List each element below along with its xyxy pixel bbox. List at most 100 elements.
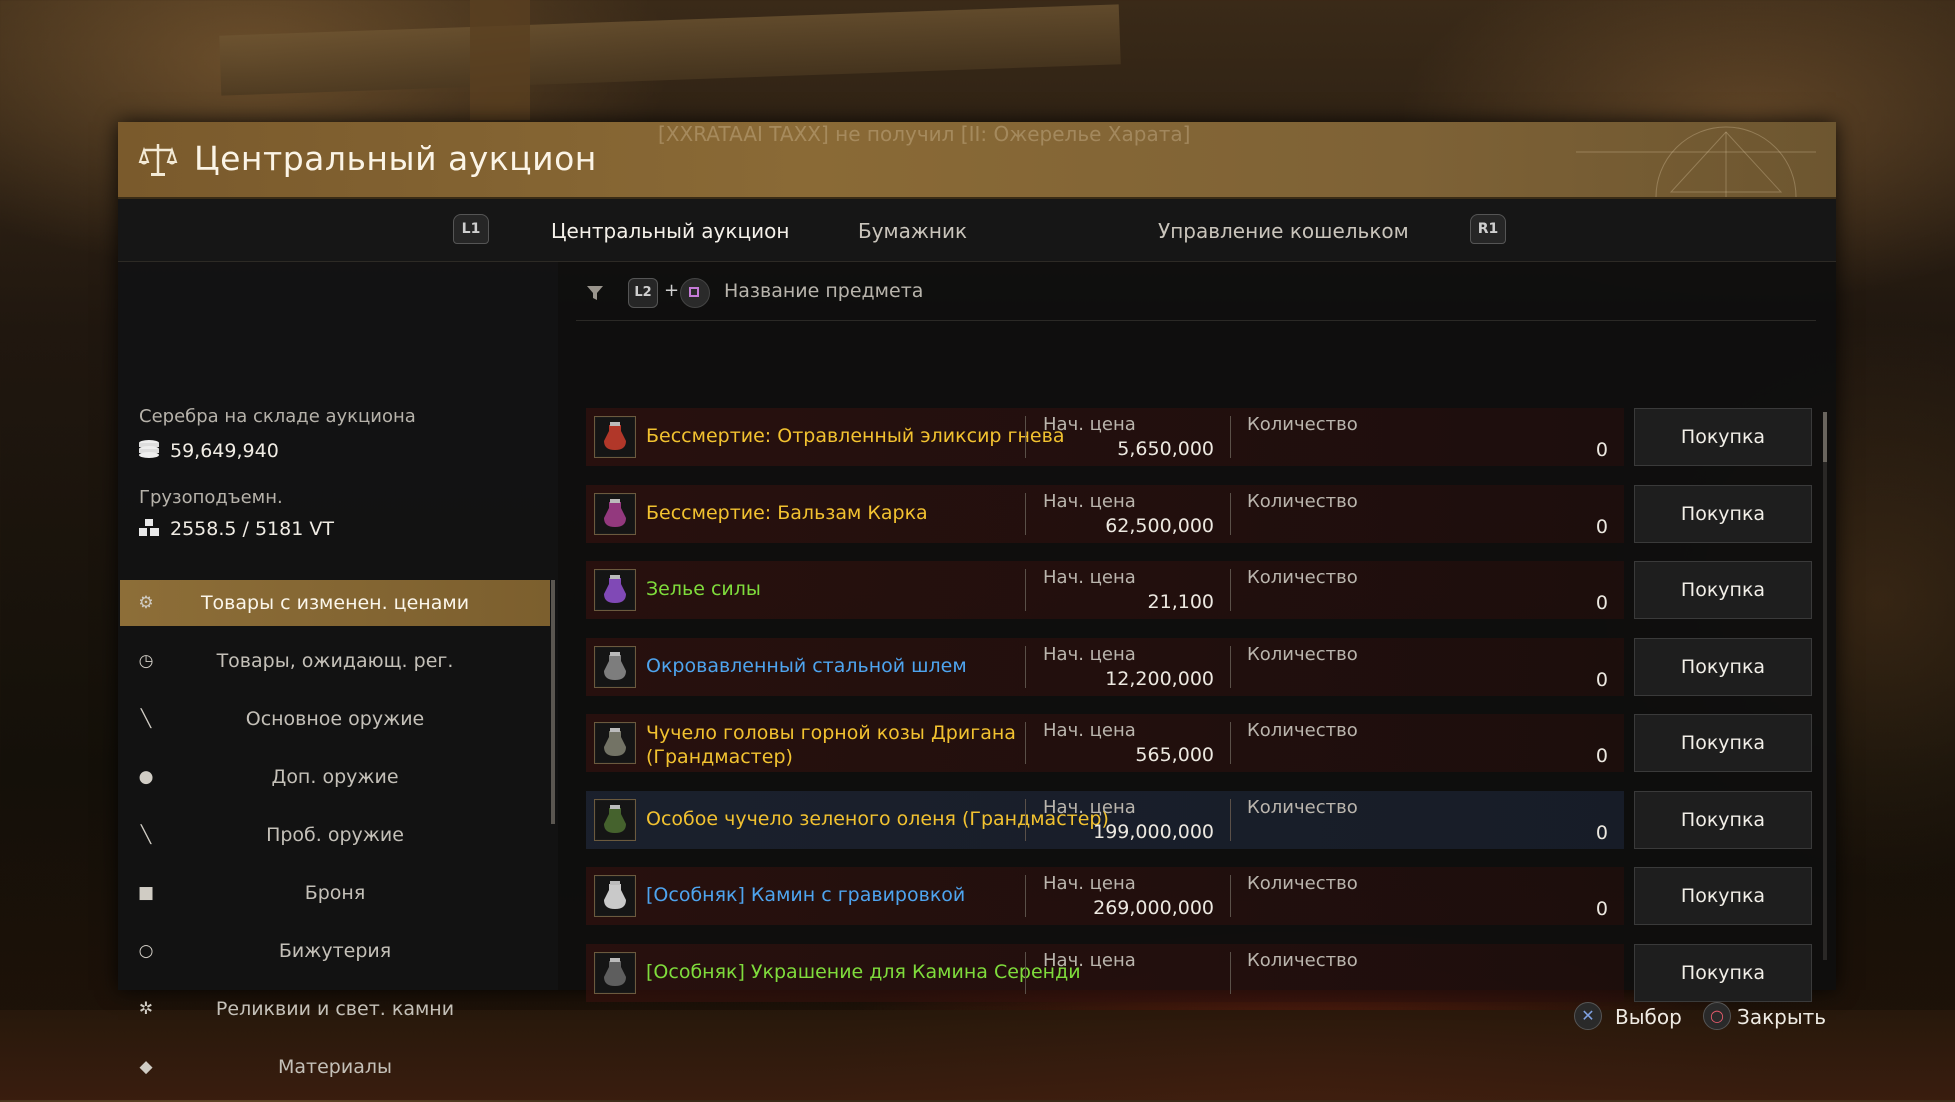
quantity-label: Количество bbox=[1247, 490, 1358, 512]
item-row[interactable]: Чучело головы горной козы Дригана (Грандм… bbox=[586, 714, 1826, 772]
item-row[interactable]: [Особняк] Камин с гравировкой Нач. цена … bbox=[586, 867, 1826, 925]
background-beam bbox=[219, 4, 1121, 96]
quantity-value: 0 bbox=[1595, 439, 1608, 461]
tab-wallet-management[interactable]: Управление кошельком bbox=[1158, 219, 1409, 243]
tab-central-auction[interactable]: Центральный аукцион bbox=[551, 219, 789, 243]
price-value: 269,000,000 bbox=[1093, 897, 1214, 919]
weight-label: Грузоподъемн. bbox=[139, 487, 283, 508]
r1-button-icon[interactable]: R1 bbox=[1470, 214, 1506, 244]
price-label: Нач. цена bbox=[1043, 720, 1136, 741]
item-row[interactable]: Особое чучело зеленого оленя (Грандмасте… bbox=[586, 790, 1826, 849]
quantity-value: 0 bbox=[1595, 898, 1608, 920]
sidebar-scrollbar[interactable] bbox=[551, 580, 555, 824]
filter-bar: L2 + Название предмета bbox=[576, 262, 1816, 321]
tab-bar: L1 Центральный аукцион Бумажник Управлен… bbox=[118, 199, 1836, 262]
elixir-icon bbox=[594, 416, 636, 458]
category-price-changed[interactable]: ⚙ Товары с изменен. ценами bbox=[120, 580, 550, 626]
item-name-line2: (Грандмастер) bbox=[646, 746, 793, 768]
silver-value: 59,649,940 bbox=[170, 440, 279, 462]
silver-coins-icon bbox=[139, 440, 159, 458]
price-value: 565,000 bbox=[1135, 744, 1214, 766]
l1-button-icon[interactable]: L1 bbox=[453, 214, 489, 244]
quantity-label: Количество bbox=[1247, 643, 1358, 665]
quantity-value: 0 bbox=[1595, 515, 1608, 538]
category-pending-registration[interactable]: ◷ Товары, ожидающ. рег. bbox=[120, 638, 550, 684]
hint-close[interactable]: Закрыть bbox=[1737, 1005, 1826, 1029]
buy-button[interactable]: Покупка bbox=[1634, 714, 1812, 772]
item-list: Бессмертие: Отравленный эликсир гнева На… bbox=[586, 408, 1826, 1096]
item-row[interactable]: Бессмертие: Отравленный эликсир гнева На… bbox=[586, 408, 1826, 466]
price-value: 21,100 bbox=[1147, 591, 1214, 613]
buy-button[interactable]: Покупка bbox=[1634, 408, 1812, 466]
l2-button-icon[interactable]: L2 bbox=[628, 278, 658, 308]
item-name: Бессмертие: Отравленный эликсир гнева bbox=[646, 425, 1065, 447]
item-name-search[interactable]: Название предмета bbox=[724, 280, 923, 302]
category-accessories[interactable]: ○ Бижутерия bbox=[120, 928, 550, 974]
quantity-value: 0 bbox=[1595, 592, 1608, 614]
helmet-icon bbox=[594, 645, 636, 688]
price-value: 5,650,000 bbox=[1117, 438, 1214, 460]
price-value: 12,200,000 bbox=[1105, 667, 1214, 690]
quantity-value: 0 bbox=[1595, 745, 1608, 767]
item-name: Бессмертие: Бальзам Карка bbox=[646, 501, 928, 524]
buy-button[interactable]: Покупка bbox=[1634, 790, 1812, 849]
category-awakening-weapon[interactable]: ╲ Проб. оружие bbox=[120, 812, 550, 858]
hint-select[interactable]: Выбор bbox=[1615, 1005, 1682, 1029]
auction-window: Центральный аукцион [XXRATAAI TAXX] не п… bbox=[118, 122, 1836, 1078]
quantity-label: Количество bbox=[1247, 949, 1358, 971]
potion-icon bbox=[594, 569, 636, 611]
item-row[interactable]: Окровавленный стальной шлем Нач. цена 12… bbox=[586, 637, 1826, 696]
deer-trophy-icon bbox=[594, 798, 636, 841]
circle-button-icon[interactable]: ○ bbox=[1703, 1002, 1731, 1030]
buy-button[interactable]: Покупка bbox=[1634, 943, 1812, 1002]
window-title: Центральный аукцион bbox=[194, 139, 597, 178]
goat-trophy-icon bbox=[594, 722, 636, 764]
category-materials[interactable]: ◆ Материалы bbox=[120, 1044, 550, 1090]
list-scrollbar-thumb[interactable] bbox=[1823, 412, 1827, 462]
category-main-weapon[interactable]: ╲ Основное оружие bbox=[120, 696, 550, 742]
filter-funnel-icon[interactable] bbox=[586, 284, 604, 302]
column-divider bbox=[1025, 951, 1026, 994]
quantity-label: Количество bbox=[1247, 414, 1358, 435]
item-row[interactable]: Бессмертие: Бальзам Карка Нач. цена 62,5… bbox=[586, 484, 1826, 543]
background-post bbox=[470, 0, 530, 120]
item-name: [Особняк] Украшение для Камина Серенди bbox=[646, 960, 1081, 983]
price-value: 62,500,000 bbox=[1105, 514, 1214, 537]
tab-wallet[interactable]: Бумажник bbox=[858, 219, 967, 243]
plus-sign: + bbox=[664, 280, 680, 301]
weight-boxes-icon bbox=[139, 519, 159, 536]
scales-icon bbox=[138, 144, 178, 176]
compass-decoration bbox=[1576, 126, 1816, 197]
quantity-label: Количество bbox=[1247, 720, 1358, 741]
category-menu: ⚙ Товары с изменен. ценами ◷ Товары, ожи… bbox=[120, 580, 550, 1102]
silver-label: Серебра на складе аукциона bbox=[139, 406, 416, 427]
quantity-label: Количество bbox=[1247, 796, 1358, 818]
column-divider bbox=[1230, 951, 1231, 994]
item-name: Зелье силы bbox=[646, 578, 761, 600]
buy-button[interactable]: Покупка bbox=[1634, 867, 1812, 925]
weight-value: 2558.5 / 5181 VT bbox=[170, 518, 334, 540]
quantity-value: 0 bbox=[1595, 821, 1608, 844]
price-label: Нач. цена bbox=[1043, 490, 1136, 512]
buy-button[interactable]: Покупка bbox=[1634, 561, 1812, 619]
buy-button[interactable]: Покупка bbox=[1634, 637, 1812, 696]
fireplace-icon bbox=[594, 875, 636, 917]
category-relics[interactable]: ✲ Реликвии и свет. камни bbox=[120, 986, 550, 1032]
price-label: Нач. цена bbox=[1043, 873, 1136, 894]
cross-button-icon[interactable]: ✕ bbox=[1574, 1002, 1602, 1030]
square-button-icon[interactable] bbox=[680, 278, 710, 308]
category-sub-weapon[interactable]: ● Доп. оружие bbox=[120, 754, 550, 800]
list-scrollbar-track[interactable] bbox=[1823, 412, 1827, 960]
category-armor[interactable]: ■ Броня bbox=[120, 870, 550, 916]
price-label: Нач. цена bbox=[1043, 796, 1136, 818]
item-row[interactable]: Зелье силы Нач. цена 21,100 Количество 0… bbox=[586, 561, 1826, 619]
buy-button[interactable]: Покупка bbox=[1634, 484, 1812, 543]
item-row[interactable]: [Особняк] Украшение для Камина Серенди Н… bbox=[586, 943, 1826, 1002]
balm-icon bbox=[594, 492, 636, 535]
system-notification: [XXRATAAI TAXX] не получил [II: Ожерелье… bbox=[658, 122, 1191, 146]
price-label: Нач. цена bbox=[1043, 414, 1136, 435]
price-label: Нач. цена bbox=[1043, 567, 1136, 588]
item-name: Чучело головы горной козы Дригана (Грандм… bbox=[646, 722, 1016, 768]
title-bar: Центральный аукцион [XXRATAAI TAXX] не п… bbox=[118, 122, 1836, 199]
quantity-value: 0 bbox=[1595, 668, 1608, 691]
